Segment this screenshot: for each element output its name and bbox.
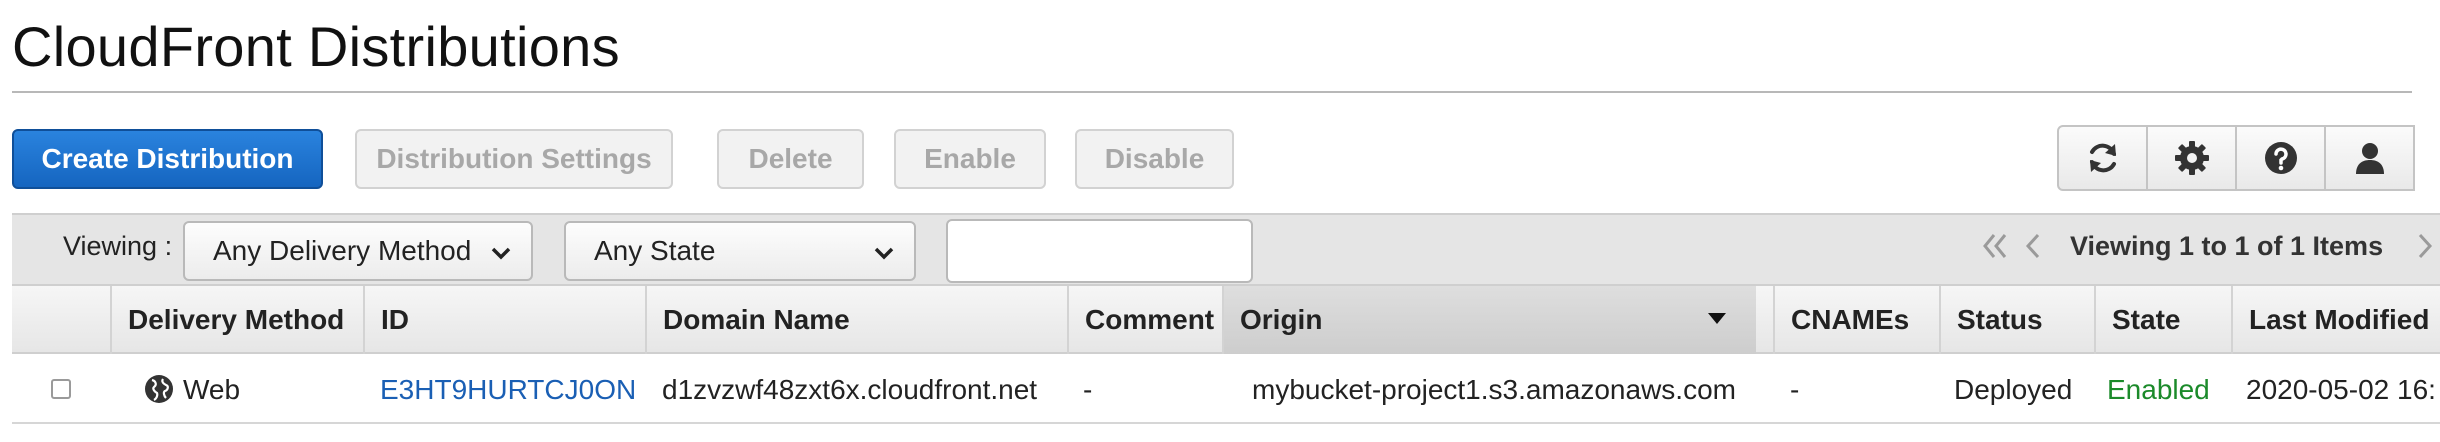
account-button[interactable] [2324,125,2415,191]
refresh-button[interactable] [2057,125,2148,191]
sort-descending-icon [1708,313,1726,324]
globe-icon [145,375,173,403]
column-cnames[interactable]: CNAMEs [1773,286,1939,354]
row-checkbox[interactable] [51,379,71,399]
pager-status: Viewing 1 to 1 of 1 Items [2070,230,2384,261]
disable-button[interactable]: Disable [1075,129,1234,189]
previous-page-icon[interactable] [2022,231,2044,261]
delete-button[interactable]: Delete [717,129,864,189]
column-delivery-method[interactable]: Delivery Method [110,286,349,354]
column-comment[interactable]: Comment [1067,286,1222,354]
cell-cnames: - [1790,374,1800,405]
row-divider [12,422,2440,424]
cell-domain-name: d1zvzwf48zxt6x.cloudfront.net [662,374,1038,405]
state-value: Any State [594,235,716,266]
user-icon [2355,143,2384,174]
cell-comment: - [1083,374,1093,405]
settings-button[interactable] [2146,125,2237,191]
cell-delivery-method: Web [183,374,241,405]
cell-origin: mybucket-project1.s3.amazonaws.com [1252,374,1736,405]
page-title: CloudFront Distributions [12,15,620,78]
enable-button[interactable]: Enable [894,129,1046,189]
help-button[interactable] [2235,125,2326,191]
viewing-label: Viewing : [63,231,173,261]
cell-status: Deployed [1954,374,2073,405]
column-origin-label: Origin [1240,304,1323,335]
chevron-down-icon [491,247,511,260]
cell-id-link[interactable]: E3HT9HURTCJ0ON [380,364,636,416]
gear-icon [2174,141,2209,175]
column-origin[interactable]: Origin [1222,286,1756,354]
title-divider [12,91,2412,93]
search-input[interactable] [946,219,1253,283]
pager: Viewing 1 to 1 of 1 Items [2070,226,2383,266]
column-state[interactable]: State [2094,286,2214,354]
utility-toolbar [2057,125,2440,191]
create-distribution-button[interactable]: Create Distribution [12,129,323,189]
cell-state: Enabled [2107,374,2210,405]
next-page-icon[interactable] [2414,231,2436,261]
distribution-settings-button[interactable]: Distribution Settings [355,129,673,189]
chevron-down-icon [874,247,894,260]
help-icon [2264,142,2297,174]
first-page-icon[interactable] [1980,231,2010,261]
column-status[interactable]: Status [1939,286,2094,354]
cell-last-modified: 2020-05-02 16: [2246,374,2436,405]
column-id[interactable]: ID [363,286,628,354]
refresh-icon [2089,143,2116,173]
column-domain-name[interactable]: Domain Name [645,286,1050,354]
column-last-modified[interactable]: Last Modified [2231,286,2440,354]
delivery-method-value: Any Delivery Method [213,235,472,266]
state-select[interactable]: Any State [564,221,916,281]
delivery-method-select[interactable]: Any Delivery Method [183,221,533,281]
